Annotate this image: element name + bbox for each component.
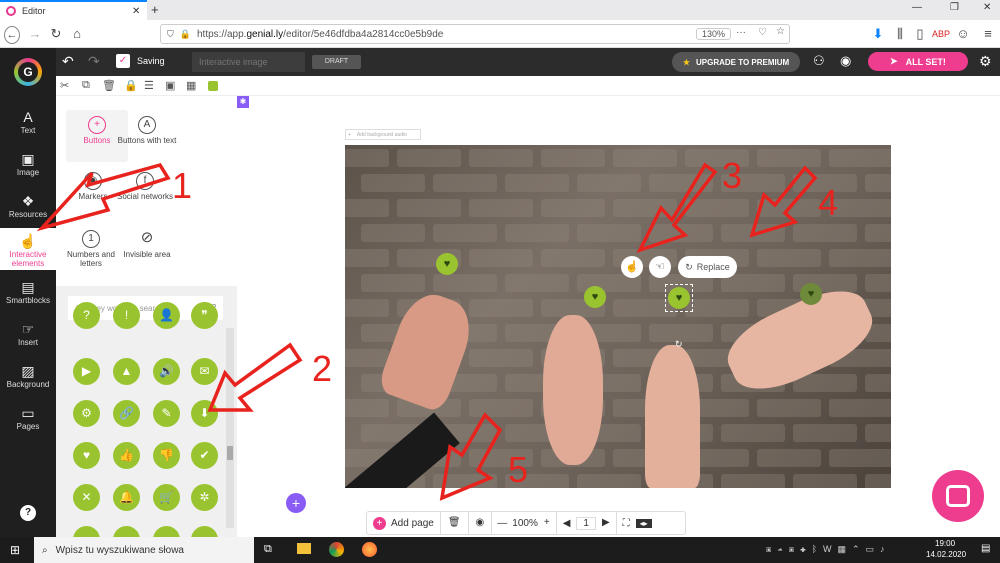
task-view-icon[interactable]: ⧉ bbox=[264, 543, 272, 556]
arrow-1 bbox=[36, 162, 171, 232]
taskbar-search[interactable]: ⌕ Wpisz tu wyszukiwane słowa bbox=[34, 537, 254, 563]
chrome-icon[interactable] bbox=[329, 542, 344, 557]
page-bottom-bar: + Add page 🗑 ◉ — 100% + ◀ 1 ▶ ⛶ ◂▸ bbox=[366, 511, 686, 535]
add-page-label: Add page bbox=[391, 517, 434, 529]
arrow-2 bbox=[207, 342, 303, 412]
zoom-in-icon[interactable]: + bbox=[538, 512, 557, 534]
annotation-number: 4 bbox=[818, 182, 839, 223]
arrow-5 bbox=[439, 412, 503, 501]
notifications-icon[interactable]: ▤ bbox=[981, 543, 990, 554]
arrow-4 bbox=[749, 165, 818, 238]
chat-support-button[interactable] bbox=[932, 470, 984, 522]
windows-taskbar: ⊞ ⌕ Wpisz tu wyszukiwane słowa ⧉ ▣☁▣✚ᛒW▦… bbox=[0, 537, 1000, 563]
fit-screen-icon[interactable]: ⛶ bbox=[617, 518, 636, 529]
prev-page-icon[interactable]: ◀ bbox=[557, 518, 577, 529]
clock-date: 14.02.2020 bbox=[926, 550, 967, 559]
add-element-fab[interactable]: + bbox=[286, 493, 306, 513]
page-number[interactable]: 1 bbox=[576, 516, 596, 530]
annotation-number: 3 bbox=[722, 155, 743, 196]
clock-time: 19:00 bbox=[935, 539, 956, 548]
zoom-level: 100% bbox=[512, 517, 538, 529]
annotation-number: 2 bbox=[312, 348, 333, 389]
page-nav-icon[interactable]: ◂▸ bbox=[635, 518, 652, 528]
add-page-plus-icon: + bbox=[373, 516, 386, 530]
taskbar-search-placeholder: Wpisz tu wyszukiwane słowa bbox=[55, 544, 184, 556]
delete-page-icon[interactable]: 🗑 bbox=[441, 512, 469, 534]
system-tray-icons: ▣☁▣✚ᛒW▦⌃▭♪ bbox=[766, 544, 891, 554]
arrow-3 bbox=[636, 162, 718, 253]
next-page-icon[interactable]: ▶ bbox=[596, 512, 617, 534]
windows-start-icon[interactable]: ⊞ bbox=[10, 543, 20, 557]
taskbar-search-icon: ⌕ bbox=[42, 544, 48, 556]
annotation-arrows bbox=[36, 162, 818, 501]
chat-icon bbox=[946, 485, 970, 507]
zoom-out-icon[interactable]: — bbox=[492, 518, 512, 529]
annotation-number: 1 bbox=[172, 165, 193, 206]
firefox-icon[interactable] bbox=[362, 542, 377, 557]
file-explorer-icon[interactable] bbox=[297, 543, 311, 554]
add-page-button[interactable]: + Add page bbox=[367, 512, 441, 534]
preview-page-eye-icon[interactable]: ◉ bbox=[469, 512, 493, 534]
annotation-number: 5 bbox=[508, 449, 529, 490]
